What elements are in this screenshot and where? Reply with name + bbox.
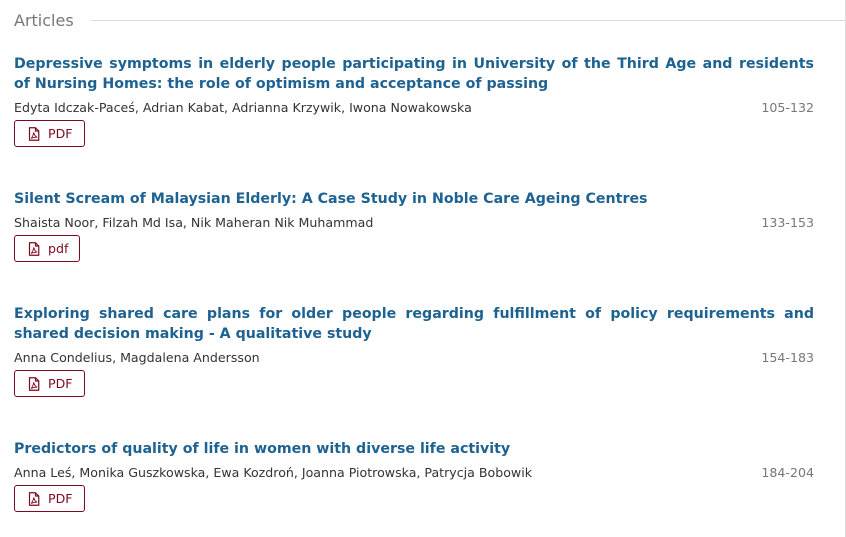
article-meta: Edyta Idczak-Paceś, Adrian Kabat, Adrian…	[14, 98, 814, 118]
article-meta: Anna Leś, Monika Guszkowska, Ewa Kozdroń…	[14, 463, 814, 483]
pdf-galley-button[interactable]: PDF	[14, 120, 85, 147]
article-authors: Anna Leś, Monika Guszkowska, Ewa Kozdroń…	[14, 465, 533, 480]
article-list-page: Articles Depressive symptoms in elderly …	[0, 0, 846, 537]
article-summary: Predictors of quality of life in women w…	[14, 439, 814, 512]
galley-label: PDF	[48, 126, 73, 141]
article-authors: Edyta Idczak-Paceś, Adrian Kabat, Adrian…	[14, 100, 472, 115]
article-summary: Silent Scream of Malaysian Elderly: A Ca…	[14, 189, 814, 262]
section-divider	[90, 20, 846, 21]
article-authors: Shaista Noor, Filzah Md Isa, Nik Maheran…	[14, 215, 374, 230]
pdf-galley-button[interactable]: PDF	[14, 485, 85, 512]
section-title: Articles	[14, 10, 74, 30]
article-title-link[interactable]: Exploring shared care plans for older pe…	[14, 304, 814, 344]
galley-label: pdf	[48, 241, 69, 256]
galley-label: PDF	[48, 376, 73, 391]
pdf-galley-button[interactable]: PDF	[14, 370, 85, 397]
article-pages: 133-153	[761, 215, 814, 230]
pdf-galley-button[interactable]: pdf	[14, 235, 81, 262]
article-authors: Anna Condelius, Magdalena Andersson	[14, 350, 260, 365]
article-summary: Exploring shared care plans for older pe…	[14, 304, 814, 397]
file-pdf-icon	[28, 491, 40, 506]
article-title-link[interactable]: Silent Scream of Malaysian Elderly: A Ca…	[14, 189, 814, 209]
file-pdf-icon	[28, 126, 40, 141]
article-meta: Shaista Noor, Filzah Md Isa, Nik Maheran…	[14, 213, 814, 233]
article-meta: Anna Condelius, Magdalena Andersson 154-…	[14, 348, 814, 368]
article-title-link[interactable]: Depressive symptoms in elderly people pa…	[14, 54, 814, 94]
section-header: Articles	[14, 9, 846, 31]
galley-label: PDF	[48, 491, 73, 506]
file-pdf-icon	[28, 241, 40, 256]
article-pages: 154-183	[761, 350, 814, 365]
file-pdf-icon	[28, 376, 40, 391]
article-summary: Depressive symptoms in elderly people pa…	[14, 54, 814, 147]
article-pages: 105-132	[761, 100, 814, 115]
article-pages: 184-204	[761, 465, 814, 480]
article-title-link[interactable]: Predictors of quality of life in women w…	[14, 439, 814, 459]
